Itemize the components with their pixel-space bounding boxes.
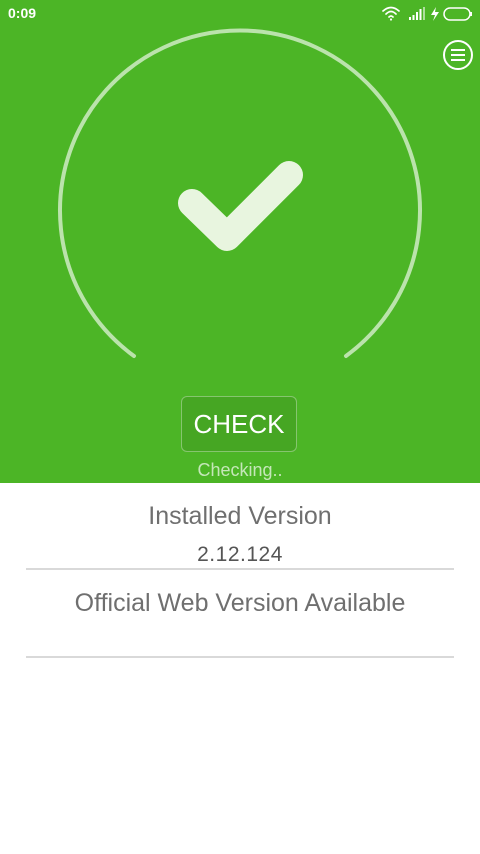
official-version-label: Official Web Version Available [74,589,406,617]
checking-status-text: Checking.. [197,460,283,480]
installed-version-value: 2.12.124 [197,543,283,566]
hamburger-icon [443,40,473,70]
menu-button[interactable] [442,39,474,71]
wifi-icon [382,6,400,21]
status-time: 0:09 [8,5,37,21]
charging-icon [431,7,439,21]
installed-version-label: Installed Version [148,502,332,530]
check-mark-icon [178,161,303,251]
battery-icon [443,7,472,21]
installed-version-divider [26,568,454,570]
status-bar: 0:09 [0,0,480,28]
status-icons [382,4,474,24]
app-screen: 0:09 CHECK Checking.. Installed Version … [0,0,480,854]
status-icons-svg [382,6,472,21]
official-version-divider [26,656,454,658]
signal-icon [409,7,425,20]
check-button[interactable]: CHECK [181,396,297,452]
version-check-panel: 0:09 CHECK Checking.. [0,0,480,483]
